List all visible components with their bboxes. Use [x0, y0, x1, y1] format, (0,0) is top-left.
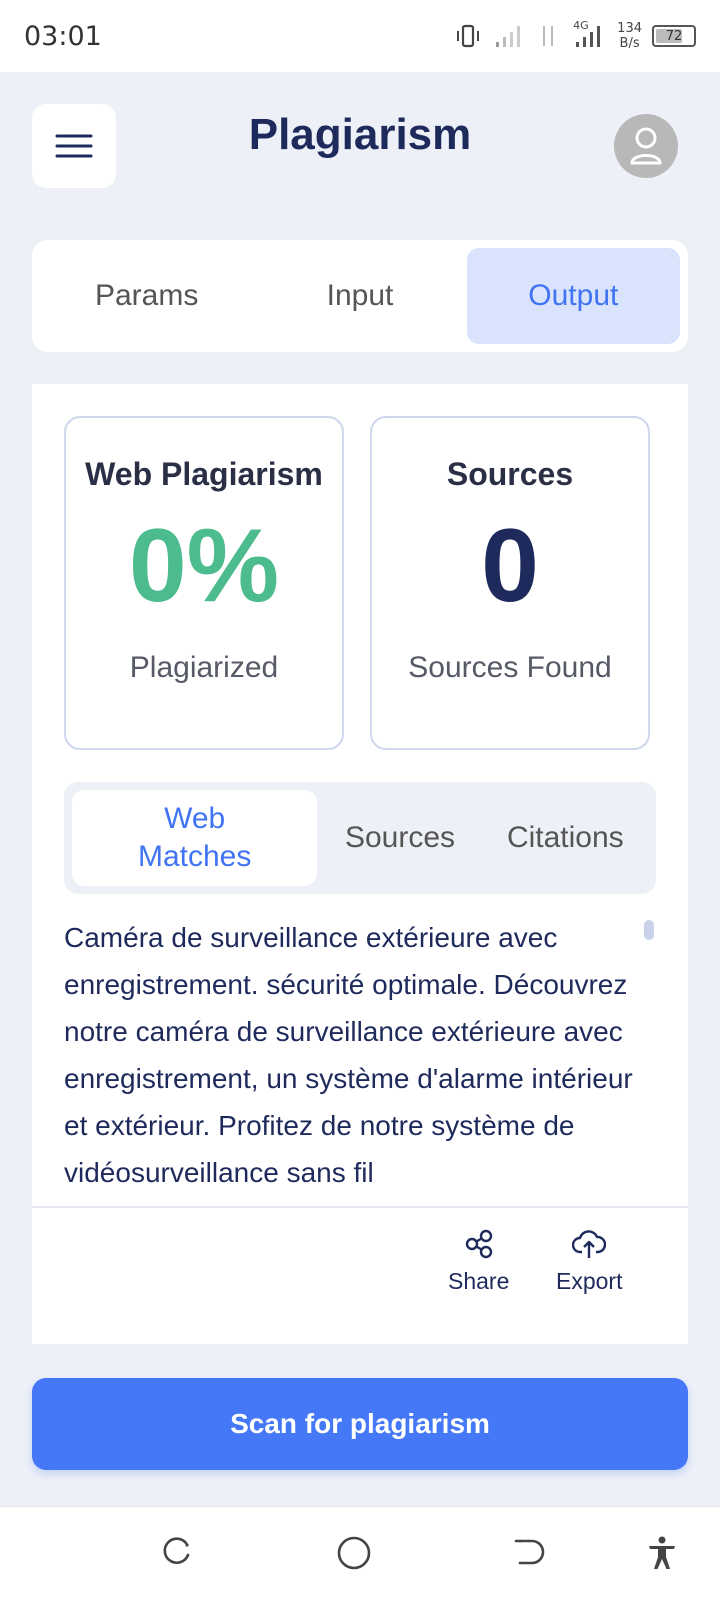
web-plagiarism-value: 0% [128, 508, 280, 624]
cloud-upload-icon [572, 1230, 607, 1258]
accessibility-icon[interactable] [646, 1535, 678, 1571]
signal-icon [496, 26, 521, 47]
sources-title: Sources [446, 456, 574, 492]
menu-button[interactable] [32, 104, 116, 188]
output-panel: Web Plagiarism 0% Plagiarized Sources 0 … [32, 384, 688, 1344]
back-icon[interactable] [512, 1535, 546, 1569]
home-icon[interactable] [336, 1535, 372, 1571]
web-plagiarism-caption: Plagiarized [129, 651, 279, 684]
share-button[interactable]: Share [448, 1228, 509, 1295]
main-tabs: Params Input Output [32, 240, 688, 352]
tab-input[interactable]: Input [253, 248, 466, 344]
net-speed-unit: B/s [619, 36, 640, 51]
avatar[interactable] [614, 114, 678, 178]
sources-card: Sources 0 Sources Found [370, 416, 650, 750]
tab-output[interactable]: Output [466, 248, 680, 344]
data-transfer-icon [543, 26, 554, 46]
tab-params[interactable]: Params [40, 248, 253, 344]
export-label: Export [556, 1268, 623, 1294]
page-title: Plagiarism [248, 110, 472, 159]
scan-button[interactable]: Scan for plagiarism [32, 1378, 688, 1470]
net-speed: 134 B/s [617, 21, 642, 51]
output-text: Caméra de surveillance extérieure avec e… [64, 922, 633, 1184]
tab-citations[interactable]: Citations [483, 790, 648, 886]
signal-4g-icon: 4G [573, 19, 607, 51]
user-icon [630, 127, 662, 165]
web-plagiarism-title: Web Plagiarism [85, 456, 323, 492]
status-bar: 03:01 4G 134 B/s 72 [0, 0, 720, 72]
share-label: Share [448, 1268, 510, 1294]
hamburger-icon [55, 134, 93, 158]
result-tabs: Web Matches Sources Citations [64, 782, 656, 894]
network-type: 4G [573, 19, 589, 32]
status-icons: 4G 134 B/s 72 [453, 19, 696, 51]
vibrate-icon [457, 24, 480, 48]
export-button[interactable]: Export [556, 1228, 622, 1295]
web-plagiarism-card: Web Plagiarism 0% Plagiarized [64, 416, 344, 750]
battery-percent: 72 [665, 28, 683, 44]
recent-apps-icon[interactable] [160, 1535, 194, 1569]
status-time: 03:01 [24, 20, 102, 52]
sources-caption: Sources Found [408, 651, 612, 684]
net-speed-value: 134 [617, 21, 642, 36]
divider [32, 1206, 688, 1208]
navigation-bar [0, 1506, 720, 1600]
scrollbar[interactable] [644, 920, 654, 940]
tab-sources[interactable]: Sources [317, 790, 482, 886]
share-icon [465, 1229, 492, 1259]
tab-web-matches[interactable]: Web Matches [72, 790, 318, 886]
sources-value: 0 [481, 508, 539, 624]
battery-icon: 72 [652, 25, 696, 47]
